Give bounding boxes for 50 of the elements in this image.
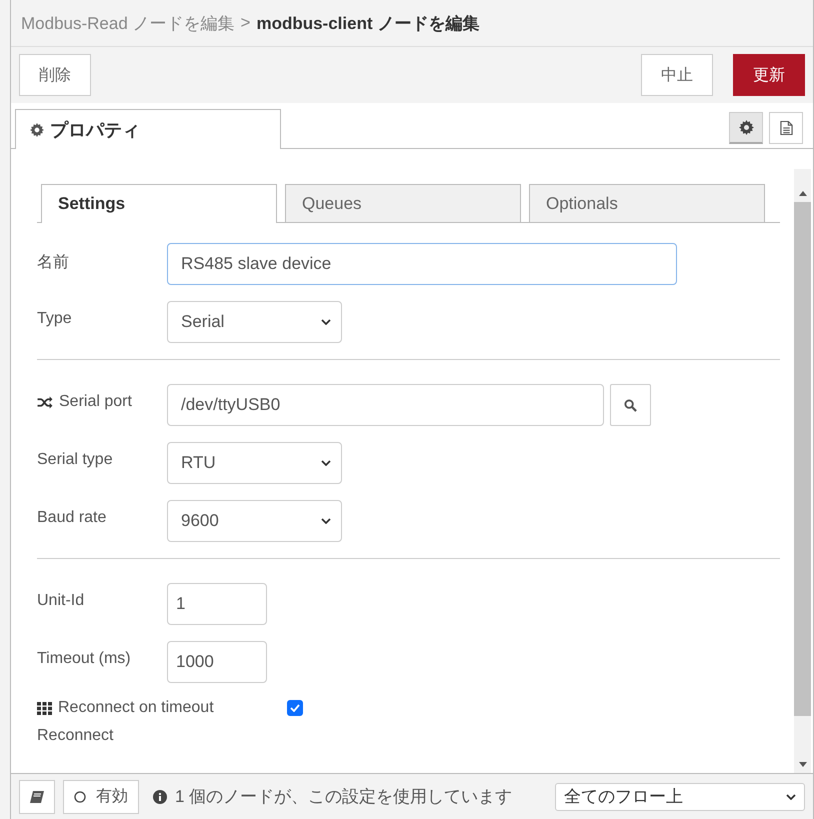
chevron-icon — [321, 518, 331, 524]
info-icon — [153, 790, 167, 804]
book-button[interactable] — [19, 780, 55, 814]
checkbox[interactable] — [287, 700, 303, 716]
check-icon — [290, 704, 300, 712]
cancel-button[interactable]: 中止 — [641, 54, 713, 96]
update-button[interactable]: 更新 — [733, 54, 805, 96]
chevron-icon — [321, 319, 331, 325]
settings-icon — [30, 122, 44, 136]
breadcrumb-separator: > — [240, 13, 250, 33]
field-label: Serial type — [37, 451, 113, 469]
delete-button[interactable]: 削除 — [19, 54, 91, 96]
search-button[interactable] — [610, 384, 651, 426]
serial-port-field[interactable]: /dev/ttyUSB0 — [167, 384, 604, 426]
scope-dropdown[interactable]: 全てのフロー上 — [555, 782, 805, 810]
grid-icon — [37, 702, 52, 714]
field-label: Timeout (ms) — [37, 650, 131, 668]
field-label: Unit-Id — [37, 592, 84, 610]
shuffle-icon — [37, 396, 53, 408]
field-label: Reconnect on timeout — [58, 699, 214, 717]
number-field[interactable]: 1 — [167, 583, 267, 625]
field-label: Type — [37, 310, 72, 328]
settings-tab[interactable]: Optionals — [529, 184, 765, 222]
enable-toggle[interactable]: 有効 — [63, 780, 139, 814]
field-label: Baud rate — [37, 509, 106, 527]
dialog-title: modbus-client ノードを編集 — [256, 12, 480, 34]
dropdown[interactable]: 9600 — [167, 500, 342, 542]
settings-tab[interactable]: Queues — [285, 184, 521, 222]
field-label: Reconnect — [37, 727, 114, 745]
field-label: Serial port — [59, 393, 132, 411]
settings-tab[interactable]: Settings — [41, 184, 277, 223]
tab-label: プロパティ — [50, 118, 140, 142]
scroll-up-icon[interactable] — [798, 191, 806, 196]
name-field[interactable]: RS485 slave device — [167, 243, 677, 285]
circle-icon — [74, 790, 86, 802]
properties-tab[interactable]: プロパティ — [15, 109, 281, 149]
number-field[interactable]: 1000 — [167, 641, 267, 683]
scroll-down-icon[interactable] — [798, 762, 806, 767]
chevron-icon — [786, 794, 796, 800]
book-icon — [30, 790, 44, 802]
gear-icon — [738, 120, 754, 135]
document-icon — [780, 120, 792, 136]
description-button[interactable] — [769, 112, 803, 144]
field-label: 名前 — [37, 253, 69, 273]
settings-button[interactable] — [729, 112, 763, 144]
usage-info: 1 個のノードが、この設定を使用しています — [175, 786, 512, 808]
dropdown[interactable]: RTU — [167, 442, 342, 484]
dropdown[interactable]: Serial — [167, 301, 342, 343]
search-icon — [624, 398, 637, 412]
chevron-icon — [321, 460, 331, 466]
